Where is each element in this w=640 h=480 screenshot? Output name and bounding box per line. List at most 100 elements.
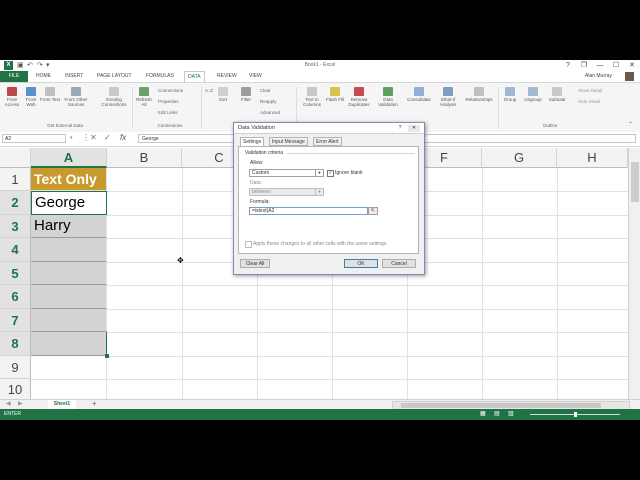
normal-view-icon[interactable]: ▦ bbox=[480, 409, 486, 420]
tab-file[interactable]: FILE bbox=[0, 71, 28, 82]
tab-formulas[interactable]: FORMULAS bbox=[146, 73, 174, 79]
edit-links-button[interactable]: Edit Links bbox=[158, 110, 178, 115]
from-other-sources-button[interactable]: From Other Sources bbox=[60, 87, 92, 107]
fill-handle[interactable] bbox=[105, 354, 109, 358]
row-header-6[interactable]: 6 bbox=[0, 285, 31, 309]
filter-button[interactable]: Filter bbox=[236, 87, 256, 102]
select-all-corner[interactable] bbox=[0, 148, 31, 168]
insert-function-icon[interactable]: fx bbox=[120, 133, 126, 142]
confirm-entry-icon[interactable]: ✓ bbox=[104, 133, 111, 142]
cancel-button[interactable]: Cancel bbox=[382, 259, 416, 268]
hide-detail-button[interactable]: Hide Detail bbox=[578, 99, 600, 104]
vertical-scrollbar[interactable] bbox=[628, 148, 640, 399]
column-header-g[interactable]: G bbox=[482, 148, 557, 168]
advanced-button[interactable]: Advanced bbox=[260, 110, 280, 115]
zoom-slider-thumb[interactable] bbox=[574, 412, 577, 417]
flash-fill-icon bbox=[330, 87, 340, 96]
properties-button[interactable]: Properties bbox=[158, 99, 179, 104]
row-header-10[interactable]: 10 bbox=[0, 379, 31, 401]
remove-duplicates-button[interactable]: Remove Duplicates bbox=[346, 87, 372, 107]
user-name[interactable]: Alan Murray bbox=[585, 73, 612, 79]
clear-all-button[interactable]: Clear All bbox=[240, 259, 270, 268]
existing-connections-button[interactable]: Existing Connections bbox=[96, 87, 132, 107]
row-header-1[interactable]: 1 bbox=[0, 168, 31, 191]
cell-a8[interactable] bbox=[31, 332, 107, 356]
row-header-8[interactable]: 8 bbox=[0, 332, 31, 356]
ignore-blank-checkbox[interactable]: ✓ bbox=[327, 170, 334, 177]
from-access-button[interactable]: From Access bbox=[2, 87, 22, 107]
ungroup-button[interactable]: Ungroup bbox=[521, 87, 545, 102]
column-header-h[interactable]: H bbox=[557, 148, 628, 168]
sheet-scroll-right-icon[interactable]: ▶ bbox=[18, 400, 23, 407]
chevron-down-icon: ▼ bbox=[315, 189, 323, 195]
show-detail-button[interactable]: Show Detail bbox=[578, 88, 602, 93]
row-header-7[interactable]: 7 bbox=[0, 309, 31, 332]
name-box-dropdown-icon[interactable]: ▾ bbox=[70, 135, 73, 141]
page-layout-view-icon[interactable]: ▤ bbox=[494, 409, 500, 420]
cell-a6[interactable] bbox=[31, 285, 107, 309]
tab-error-alert[interactable]: Error Alert bbox=[313, 137, 342, 146]
formula-input-field[interactable]: =istext(A2 bbox=[249, 207, 368, 215]
subtotal-button[interactable]: Subtotal bbox=[546, 87, 568, 102]
row-header-4[interactable]: 4 bbox=[0, 238, 31, 262]
cell-a2[interactable]: George bbox=[31, 191, 107, 215]
tab-review[interactable]: REVIEW bbox=[217, 73, 237, 79]
row-header-2[interactable]: 2 bbox=[0, 191, 31, 215]
collapse-ribbon-icon[interactable]: ⌃ bbox=[628, 121, 633, 128]
group-button[interactable]: Group bbox=[500, 87, 520, 102]
tab-view[interactable]: VIEW bbox=[249, 73, 262, 79]
refresh-all-button[interactable]: Refresh All bbox=[134, 87, 154, 107]
tab-home[interactable]: HOME bbox=[36, 73, 51, 79]
page-break-view-icon[interactable]: ▥ bbox=[508, 409, 514, 420]
name-box[interactable]: A2 bbox=[2, 134, 66, 143]
formula-options-icon[interactable]: ⋮ bbox=[82, 133, 90, 142]
apply-all-checkbox[interactable] bbox=[245, 241, 252, 248]
consolidate-button[interactable]: Consolidate bbox=[404, 87, 434, 102]
criteria-divider bbox=[287, 153, 415, 154]
allow-dropdown[interactable]: Custom ▼ bbox=[249, 169, 324, 177]
text-to-columns-button[interactable]: Text to Columns bbox=[300, 87, 324, 107]
vertical-scroll-thumb[interactable] bbox=[631, 162, 639, 202]
cell-a3[interactable]: Harry bbox=[31, 215, 107, 238]
clear-button[interactable]: Clear bbox=[260, 88, 271, 93]
from-web-button[interactable]: From Web bbox=[22, 87, 40, 107]
column-header-b[interactable]: B bbox=[107, 148, 182, 168]
relationships-button[interactable]: Relationships bbox=[462, 87, 496, 102]
flash-fill-button[interactable]: Flash Fill bbox=[326, 87, 344, 102]
data-validation-icon bbox=[383, 87, 393, 96]
tab-insert[interactable]: INSERT bbox=[65, 73, 83, 79]
dialog-close-button[interactable]: ✕ bbox=[408, 125, 420, 132]
sheet-scroll-left-icon[interactable]: ◀ bbox=[6, 400, 11, 407]
cell-a4[interactable] bbox=[31, 238, 107, 262]
help-button[interactable]: ? bbox=[560, 60, 576, 71]
tab-input-message[interactable]: Input Message bbox=[269, 137, 308, 146]
data-validation-button[interactable]: Data Validation bbox=[374, 87, 402, 107]
connections-button[interactable]: Connections bbox=[158, 88, 183, 93]
cell-a7[interactable] bbox=[31, 309, 107, 332]
tab-page-layout[interactable]: PAGE LAYOUT bbox=[97, 73, 132, 79]
column-header-a[interactable]: A bbox=[31, 148, 107, 168]
avatar[interactable] bbox=[625, 72, 634, 81]
collapse-range-icon[interactable]: ⇱ bbox=[368, 207, 378, 215]
dialog-help-button[interactable]: ? bbox=[394, 125, 406, 132]
row-header-3[interactable]: 3 bbox=[0, 215, 31, 238]
ok-button[interactable]: OK bbox=[344, 259, 378, 268]
row-header-5[interactable]: 5 bbox=[0, 262, 31, 285]
minimize-button[interactable]: — bbox=[592, 60, 608, 71]
new-sheet-button[interactable]: + bbox=[92, 399, 97, 408]
horizontal-scroll-thumb[interactable] bbox=[401, 403, 601, 408]
ribbon-display-button[interactable]: ❐ bbox=[576, 60, 592, 71]
sort-button[interactable]: Sort bbox=[214, 87, 232, 102]
cancel-entry-icon[interactable]: ✕ bbox=[90, 133, 97, 142]
cell-a1[interactable]: Text Only bbox=[31, 168, 107, 191]
cell-a5[interactable] bbox=[31, 262, 107, 285]
row-header-9[interactable]: 9 bbox=[0, 356, 31, 379]
close-button[interactable]: ✕ bbox=[624, 60, 640, 71]
excel-window: X ▣ ↶ ↷ ▾ Book1 - Excel ? ❐ — ☐ ✕ FILE H… bbox=[0, 60, 640, 420]
maximize-button[interactable]: ☐ bbox=[608, 60, 624, 71]
from-text-button[interactable]: From Text bbox=[40, 87, 60, 102]
reapply-button[interactable]: Reapply bbox=[260, 99, 277, 104]
what-if-analysis-button[interactable]: What-If Analysis bbox=[436, 87, 460, 107]
sort-az-icon[interactable]: A↓Z bbox=[205, 88, 213, 93]
filter-icon bbox=[241, 87, 251, 96]
